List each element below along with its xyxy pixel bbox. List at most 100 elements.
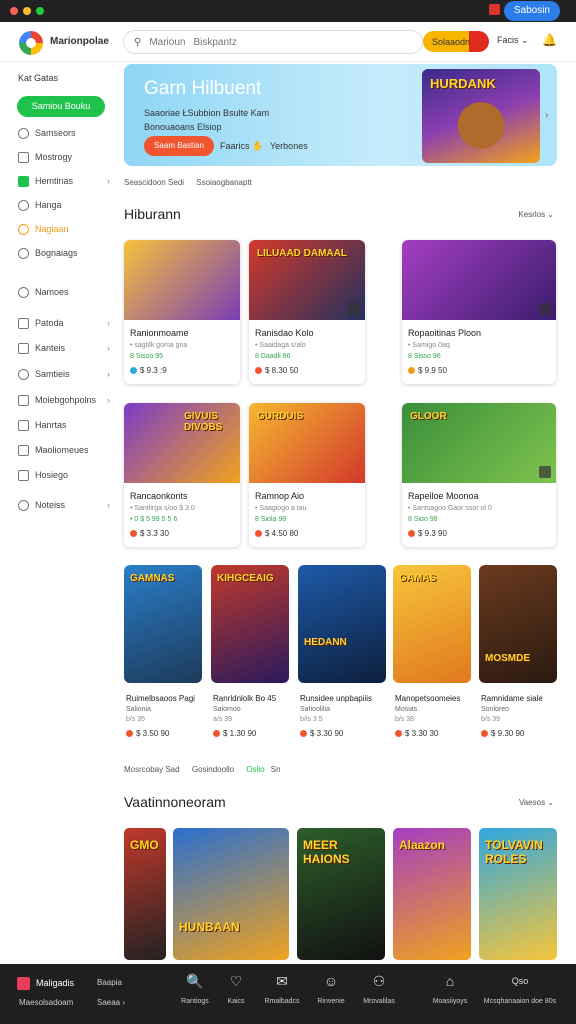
game-meta: Safioolilia [300,706,330,713]
footer-link[interactable]: Baapia [97,978,122,987]
chevron-right-icon[interactable]: › [545,110,548,121]
game-card[interactable]: LILUAAD DAMAAL Ranisdao Kolo • Saaidaga … [249,240,365,384]
maximize-window-icon[interactable] [36,7,44,15]
notification-bell-icon[interactable]: 🔔 [542,33,557,47]
game-card[interactable]: GAMAS Manopetsoomeies Mosias b/s 38 $ 3.… [393,565,471,751]
thumbnail-label: Alaazon [399,838,446,852]
price-value: $ 1.30 90 [223,729,257,738]
nav-icon [18,199,29,211]
game-thumbnail: GURDUIS [249,403,365,483]
price-value: $ 3.30 90 [310,729,344,738]
sidebar-item[interactable]: Hanrtas [18,416,110,434]
search-hint: Biskpantz [193,36,237,48]
game-title: Rancaonkonts [130,491,188,501]
sidebar-item[interactable]: Kanteis › [18,339,110,357]
price-value: $ 3.50 90 [136,729,170,738]
sidebar-item[interactable]: Nagiaan [18,220,110,238]
sidebar-item[interactable]: Samtieis › [18,365,110,383]
sidebar-item[interactable]: Mostrogy [18,148,110,166]
bottom-nav-item[interactable]: Qso Mcsqhanaaion doe 80s [478,972,562,1005]
nav-icon [18,223,29,235]
sidebar-item[interactable]: Noteiss › [18,496,110,514]
sidebar-item[interactable]: Samseors [18,124,110,142]
currency-icon [300,730,307,737]
sidebar-item-label: Namoes [35,287,69,297]
close-window-icon[interactable] [10,7,18,15]
footer-brand[interactable]: Maligadis [36,978,74,988]
game-rating: 8 Daadli 96 [255,353,291,360]
brand-name[interactable]: Marionpolae [50,36,109,47]
bottom-nav-item[interactable]: ⚇ Mrovalilas [349,972,409,1005]
game-price: $ 1.30 90 [213,729,289,738]
sidebar-item[interactable]: Moiebgohpolns › [18,391,110,409]
game-card[interactable]: GMO [124,828,166,960]
favorite-icon[interactable] [539,466,551,478]
breadcrumb-item[interactable]: Ssoiaogbanaptt [196,178,252,187]
sidebar-item[interactable]: Hemtinas › [18,172,110,190]
game-card[interactable]: TOLVAVIN ROLES [479,828,557,960]
sidebar-cta-button[interactable]: Samiou Bouku [17,96,105,117]
game-card[interactable]: GAMNAS Ruimelbsaoos Pagi Salionia b/s 35… [124,565,202,751]
game-card[interactable]: HEDANN Runsidee unpbapiiis Safioolilia b… [298,565,386,751]
header-menu[interactable]: Facis ⌄ [497,35,529,46]
price-value: $ 4.50 80 [265,529,299,538]
game-card[interactable]: Ropaoitinas Ploon • Samigo 0aq 8 Sisso 9… [402,240,556,384]
hero-link-2[interactable]: Yerbones [270,141,308,151]
bottom-nav-label: Rinvenie [317,998,345,1005]
hero-banner[interactable]: Garn Hilbuent Saaoriae ŁSubbion Bsulte K… [124,64,557,166]
section-more-link[interactable]: Kesrlos ⌄ [518,210,554,219]
game-card[interactable]: MOSMDE Ramnidame siale Sonloreo b/s 39 $… [479,565,557,751]
nav-icon [18,127,29,139]
game-card[interactable]: MEER HAIONS [297,828,385,960]
search-bar[interactable]: ⚲ Marioun Biskpantz [123,30,423,54]
minimize-window-icon[interactable] [23,7,31,15]
extension-icon[interactable] [489,4,500,15]
sidebar-item[interactable]: Hosiego [18,466,110,484]
header-pill-button[interactable]: Solaaodn [423,31,489,52]
window-controls[interactable] [10,7,44,15]
price-value: $ 3.30 30 [405,729,439,738]
section-more-link-2[interactable]: Vaesos ⌄ [519,798,554,807]
search-input[interactable]: Marioun [149,37,185,48]
game-card[interactable]: GIVUIS DIVOBS Rancaonkonts • Santlirga s… [124,403,240,547]
hero-subtitle-2: Bonouaoans Elsiop [144,122,222,132]
thumbnail-label: HEDANN [304,637,347,648]
hero-link[interactable]: Faarics ✋ [220,141,263,152]
search-icon: ⚲ [134,36,142,48]
chevron-right-icon: › [107,343,110,353]
sidebar-item-label: Hemtinas [35,176,74,186]
sidebar-item[interactable]: Hanga [18,196,110,214]
sidebar-item-label: Samtieis [35,369,70,379]
breadcrumb-item[interactable]: Seascidoon Sedi [124,178,184,187]
price-value: $ 9.3 90 [418,529,447,538]
sidebar-item[interactable]: Patoda › [18,314,110,332]
nav-icon [18,317,29,329]
game-card[interactable]: HUNBAAN [173,828,289,960]
game-title: Ramnop Aio [255,491,305,501]
sidebar-item[interactable]: Namoes [18,283,110,301]
game-card[interactable]: Ranionmoame • sagtilk goma gna 8 Sisoo 9… [124,240,240,384]
sidebar-item[interactable]: Bognaiags [18,244,110,262]
hero-cta-button[interactable]: Saam Bastian [144,136,214,156]
favorite-icon[interactable] [348,303,360,315]
breadcrumb-item[interactable]: Sn [271,765,281,774]
favorite-icon[interactable] [539,303,551,315]
breadcrumb-item[interactable]: Gosindoollo [192,765,234,774]
game-card[interactable]: GLOOR Rapeiloe Moonoa • Santsagoo Gaor s… [402,403,556,547]
bottom-nav-item[interactable]: ⌂ Moasiiyoys [420,972,480,1005]
thumbnail-label: MOSMDE [485,653,530,664]
breadcrumb-item[interactable]: Mosrcobay Sad [124,765,180,774]
game-meta: • Samigo 0aq [408,342,450,349]
game-card[interactable]: GURDUIS Ramnop Aio • Saagiogo a tau 8 Si… [249,403,365,547]
footer-link[interactable]: Saeaa › [97,998,125,1007]
breadcrumb-item[interactable]: Oslio [246,765,264,774]
brand-logo-icon[interactable] [17,977,30,990]
game-card[interactable]: Alaazon [393,828,471,960]
brand-logo-icon[interactable] [19,31,43,55]
game-price: $ 9.3 90 [408,529,556,538]
footer-subtitle[interactable]: Maesolsadoam [19,998,73,1007]
sidebar-item[interactable]: Maoliomeues [18,441,110,459]
thumbnail-label: GAMNAS [130,573,175,584]
game-card[interactable]: KIHGCEAIG Ranrldnlolk Bo 45 Salomoo a/s … [211,565,289,751]
titlebar-button[interactable]: Sabosin [503,1,560,21]
